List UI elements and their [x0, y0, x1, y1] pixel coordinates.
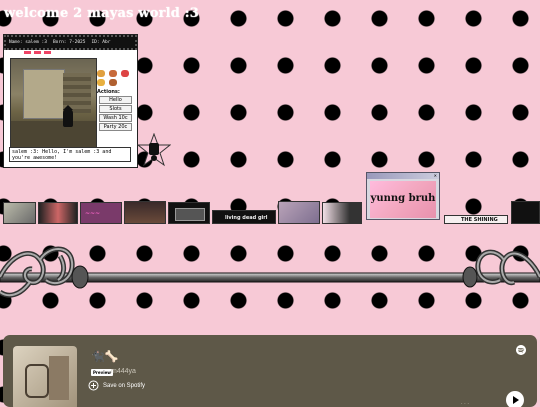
- the-shining-text: THE SHINING: [461, 217, 498, 223]
- food-taco-icon[interactable]: [97, 79, 105, 86]
- window-title-bar: ✕: [367, 173, 439, 179]
- stamp-living-dead-girl[interactable]: living dead girl: [212, 210, 276, 224]
- preview-badge: Preview: [91, 369, 114, 376]
- stamp-room[interactable]: [3, 202, 36, 224]
- save-on-spotify-button[interactable]: Save on Spotify: [88, 380, 145, 391]
- stamp-face[interactable]: [38, 202, 78, 224]
- stamp-the-shining[interactable]: THE SHINING: [444, 215, 508, 224]
- ornate-divider: [0, 246, 540, 298]
- star-badge-icon[interactable]: [137, 133, 171, 167]
- food-candy-icon[interactable]: [121, 70, 129, 77]
- stamp-hallway[interactable]: [278, 201, 320, 224]
- album-art[interactable]: [13, 346, 77, 407]
- time-readout: · · ·: [461, 401, 469, 407]
- food-cake-icon[interactable]: [97, 70, 105, 77]
- food-items: [97, 70, 135, 77]
- food-pie-icon[interactable]: [109, 70, 117, 77]
- stamp-monster[interactable]: ~~~: [80, 202, 122, 224]
- save-label: Save on Spotify: [103, 382, 146, 389]
- yunng-bruh-window[interactable]: ✕ yunng bruh: [366, 172, 440, 220]
- virtual-pet-widget: Name: salem :3 Born: 7-2025 ID: Abr Acti…: [3, 34, 138, 168]
- pet-room-scene: [10, 58, 97, 148]
- living-dead-girl-text: living dead girl: [225, 215, 268, 221]
- plus-circle-icon: [88, 380, 99, 391]
- wash-button[interactable]: Wash 10c: [99, 114, 132, 122]
- stamp-cat[interactable]: [322, 202, 362, 224]
- slots-button[interactable]: Slots: [99, 105, 132, 113]
- actions-label: Actions:: [97, 89, 120, 95]
- pet-speech-box: salem :3: Hello, I'm salem :3 and you're…: [9, 147, 131, 162]
- pet-name-label: Name: salem :3: [9, 40, 47, 45]
- black-cat-pet[interactable]: [63, 109, 73, 127]
- pet-header: Name: salem :3 Born: 7-2025 ID: Abr: [4, 35, 137, 50]
- pet-status-bar: [4, 50, 137, 58]
- stamp-dark-photo[interactable]: [124, 201, 166, 224]
- pet-stats: [97, 60, 135, 68]
- spotify-embed[interactable]: 🐈‍⬛🦴 Preview m444ya Save on Spotify · · …: [3, 335, 537, 407]
- page-title: welcome 2 mayas world :3: [4, 6, 200, 21]
- stamp-black[interactable]: [511, 201, 540, 224]
- track-title[interactable]: 🐈‍⬛🦴: [91, 350, 118, 363]
- window-image: yunng bruh: [370, 181, 436, 218]
- yunng-bruh-text: yunng bruh: [370, 193, 436, 204]
- food-bread-icon[interactable]: [109, 79, 117, 86]
- pet-id-label: ID: Abr: [91, 40, 111, 45]
- pet-born-label: Born: 7-2025: [52, 40, 86, 45]
- stamp-tv[interactable]: [168, 202, 210, 224]
- party-button[interactable]: Party 20c: [99, 123, 132, 131]
- hello-button[interactable]: Hello: [99, 96, 132, 104]
- pet-side-panel: Actions: Hello Slots Wash 10c Party 20c: [97, 60, 135, 132]
- artist-name[interactable]: m444ya: [111, 368, 136, 375]
- spotify-logo-icon[interactable]: [516, 345, 526, 355]
